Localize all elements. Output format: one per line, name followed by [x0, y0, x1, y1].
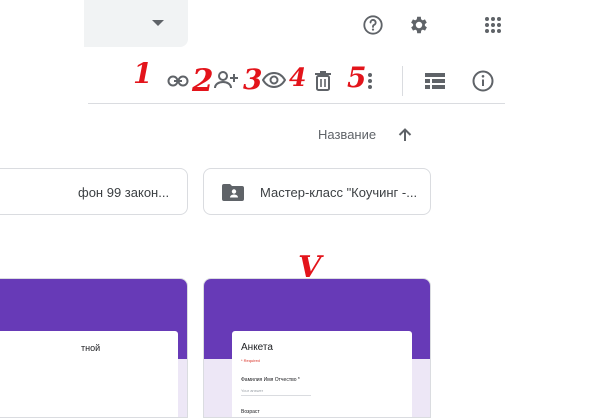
- add-person-icon[interactable]: [212, 68, 240, 92]
- answer-placeholder: Your answer: [241, 388, 264, 393]
- info-icon[interactable]: [471, 69, 495, 93]
- form-preview: тной: [0, 331, 178, 417]
- eye-icon[interactable]: [260, 69, 288, 91]
- folder-name: Мастер-класс "Коучинг -...: [260, 185, 418, 200]
- annotation-mark: 2: [192, 63, 214, 99]
- link-icon[interactable]: [165, 70, 191, 92]
- folder-card[interactable]: Мастер-класс "Коучинг -...: [203, 168, 431, 215]
- question-label: Возраст: [241, 409, 260, 415]
- annotation-mark: 3: [243, 63, 263, 96]
- help-circle-icon[interactable]: [360, 12, 386, 38]
- annotation-mark: 4: [289, 63, 307, 92]
- answer-underline: [241, 395, 311, 396]
- folder-name: фон 99 закон...: [78, 185, 170, 200]
- search-dropdown[interactable]: [84, 0, 188, 47]
- question-label: Фамилия Имя Отчество *: [241, 377, 300, 383]
- trash-icon[interactable]: [312, 69, 334, 93]
- file-thumbnail[interactable]: тной: [0, 278, 188, 418]
- required-note: * Required: [241, 358, 260, 363]
- toolbar-divider: [402, 66, 403, 96]
- file-thumbnail[interactable]: Анкета * Required Фамилия Имя Отчество *…: [203, 278, 431, 418]
- arrow-up-icon[interactable]: [396, 126, 414, 144]
- annotation-mark: 5: [347, 61, 367, 94]
- annotation-mark: 1: [133, 57, 153, 90]
- folder-card[interactable]: фон 99 закон...: [0, 168, 188, 215]
- gear-icon[interactable]: [406, 12, 432, 38]
- annotation-check: V: [298, 250, 322, 285]
- form-title: Анкета: [241, 342, 273, 353]
- form-preview: Анкета * Required Фамилия Имя Отчество *…: [232, 331, 412, 417]
- list-view-icon[interactable]: [423, 69, 447, 93]
- chevron-down-icon[interactable]: [152, 20, 164, 26]
- form-title: тной: [81, 343, 101, 353]
- toolbar-divider-line: [88, 103, 505, 104]
- sort-name-button[interactable]: Название: [318, 127, 376, 142]
- apps-grid-icon[interactable]: [480, 12, 506, 38]
- shared-folder-icon: [222, 184, 244, 206]
